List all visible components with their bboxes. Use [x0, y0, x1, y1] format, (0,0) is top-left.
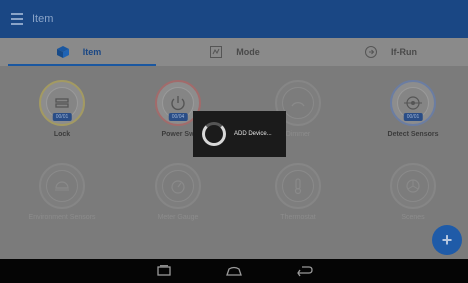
hamburger-menu-icon[interactable]	[4, 0, 30, 38]
item-label: Environment Sensors	[28, 214, 96, 221]
tab-item-label: Item	[82, 47, 102, 57]
tab-if-run-label: If-Run	[391, 47, 417, 57]
tab-if-run[interactable]: If-Run	[312, 38, 468, 66]
item-thermostat[interactable]: Thermostat	[243, 163, 353, 221]
tab-item[interactable]: Item	[0, 38, 156, 66]
tab-mode[interactable]: Mode	[156, 38, 312, 66]
item-lock[interactable]: 00/01 Lock	[7, 80, 117, 138]
item-environment-sensors[interactable]: Environment Sensors	[7, 163, 117, 221]
item-sensor-circle: 00/01	[390, 80, 436, 126]
environment-icon	[55, 181, 69, 191]
thermostat-icon	[294, 178, 302, 195]
tab-mode-label: Mode	[236, 47, 260, 57]
item-label: Power Sw	[161, 131, 195, 138]
home-icon[interactable]	[223, 262, 245, 280]
item-count-badge: 00/01	[52, 113, 72, 121]
loading-spinner-icon	[202, 122, 226, 146]
mode-icon	[208, 44, 224, 60]
scenes-icon	[406, 179, 420, 193]
back-icon[interactable]	[293, 262, 315, 280]
item-thermostat-circle	[275, 163, 321, 209]
item-count-badge: 00/01	[403, 113, 423, 121]
item-label: Scenes	[401, 214, 425, 221]
item-label: Thermostat	[280, 214, 316, 221]
lock-icon	[55, 98, 69, 108]
gauge-icon	[171, 180, 185, 194]
item-count-badge: 00/04	[168, 113, 188, 121]
item-label: Meter Gauge	[157, 214, 199, 221]
progress-dialog: ADD Device...	[193, 111, 286, 157]
app-screen: Item Item Mode If-Run 00/01 Lock 00/04 P…	[0, 0, 468, 283]
plus-icon: +	[441, 229, 453, 250]
recent-apps-icon[interactable]	[153, 262, 175, 280]
item-detect-sensors[interactable]: 00/01 Detect Sensors	[358, 80, 468, 138]
item-scenes-circle	[390, 163, 436, 209]
tab-bar: Item Mode If-Run	[0, 38, 468, 66]
sensor-icon	[404, 96, 422, 110]
add-device-button[interactable]: +	[432, 225, 462, 255]
item-grid: 00/01 Lock 00/04 Power Sw Dimmer 00/01 D…	[0, 66, 468, 259]
item-meter-circle	[155, 163, 201, 209]
app-bar: Item	[0, 0, 468, 38]
if-run-icon	[363, 44, 379, 60]
app-title: Item	[32, 13, 54, 25]
item-lock-circle: 00/01	[39, 80, 85, 126]
item-meter-gauge[interactable]: Meter Gauge	[123, 163, 233, 221]
cube-icon	[55, 44, 71, 60]
system-nav-bar	[0, 259, 468, 283]
item-environment-circle	[39, 163, 85, 209]
item-scenes[interactable]: Scenes	[358, 163, 468, 221]
power-icon	[171, 96, 185, 111]
item-label: Lock	[53, 131, 71, 138]
item-label: Dimmer	[285, 131, 311, 138]
progress-message: ADD Device...	[234, 131, 272, 137]
item-label: Detect Sensors	[387, 131, 439, 138]
dimmer-icon	[291, 102, 305, 107]
